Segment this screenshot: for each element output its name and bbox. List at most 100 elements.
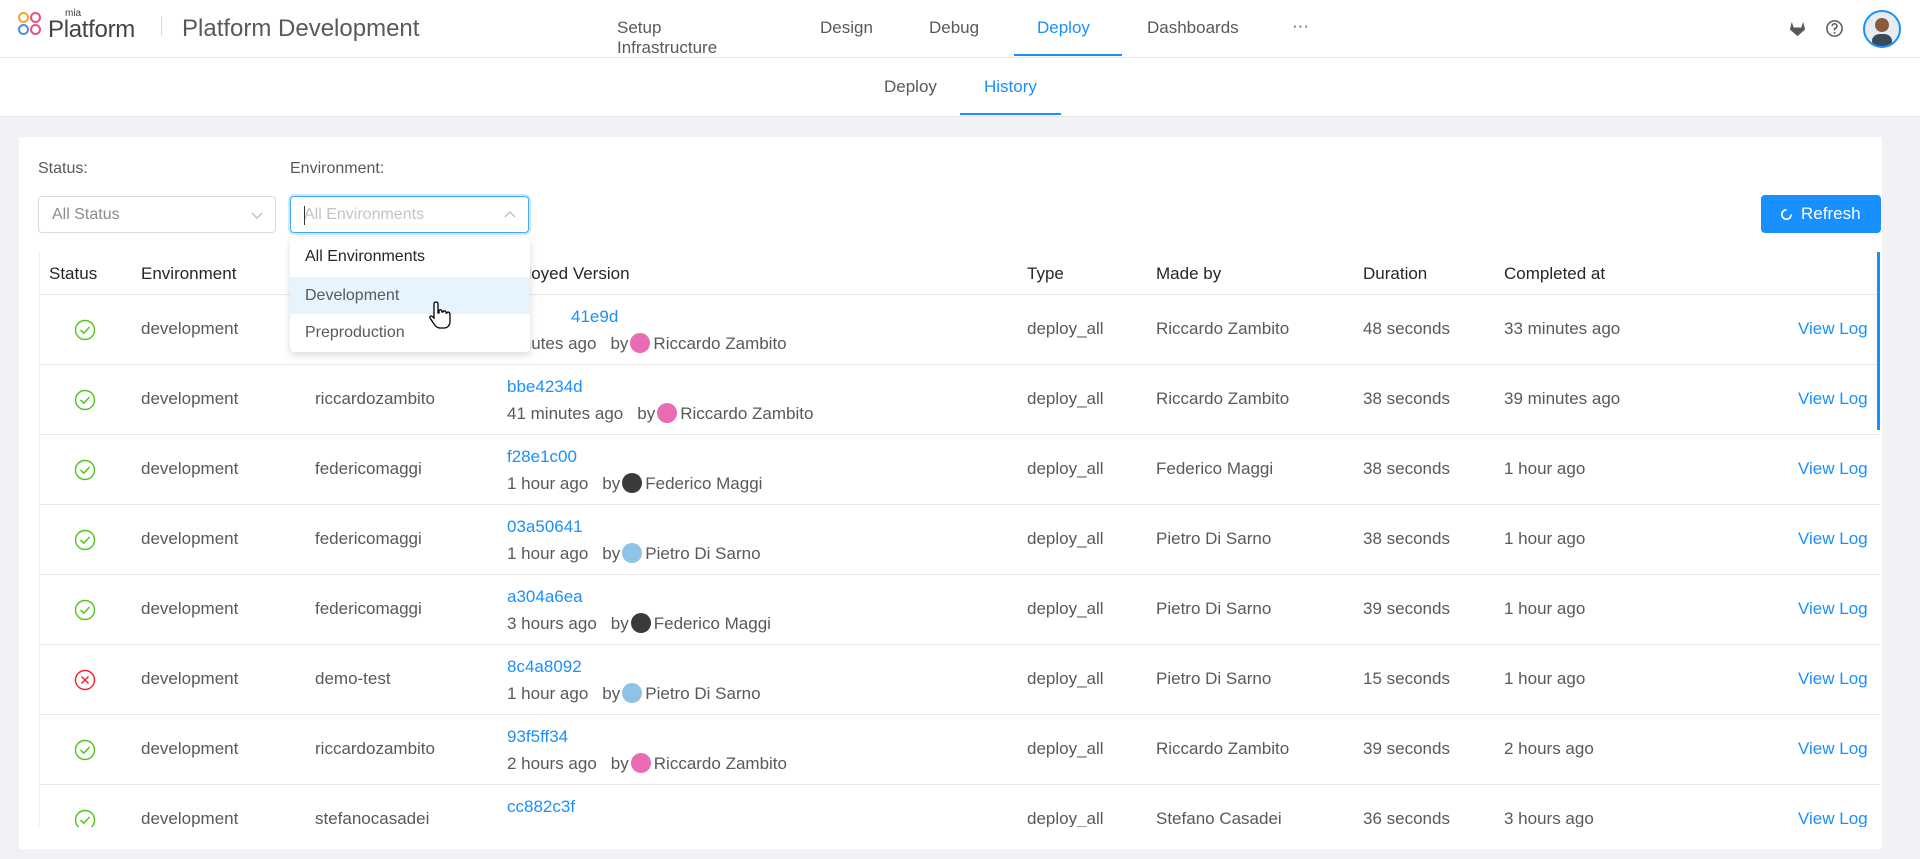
chevron-down-icon bbox=[251, 212, 263, 219]
col-environment: Environment bbox=[141, 264, 237, 283]
view-log-link[interactable]: View Log bbox=[1798, 319, 1868, 339]
author-avatar bbox=[630, 613, 651, 633]
deployed-version-link[interactable]: 41e9d bbox=[571, 307, 618, 327]
help-icon[interactable] bbox=[1825, 19, 1844, 38]
version-meta: inutes ago by Riccardo Zambito bbox=[518, 333, 787, 354]
view-log-link[interactable]: View Log bbox=[1798, 599, 1868, 619]
user-avatar[interactable] bbox=[1863, 10, 1901, 48]
dropdown-option-label: Preproduction bbox=[305, 324, 405, 341]
cell-completed-at: 1 hour ago bbox=[1504, 459, 1586, 478]
deployed-version-link[interactable]: f28e1c00 bbox=[507, 447, 577, 467]
cell-type: deploy_all bbox=[1027, 739, 1104, 758]
cell-duration: 38 seconds bbox=[1363, 529, 1450, 548]
status-select[interactable]: All Status bbox=[38, 196, 276, 233]
cell-branch: riccardozambito bbox=[315, 739, 435, 758]
col-made-by: Made by bbox=[1156, 264, 1222, 283]
cell-completed-at: 3 hours ago bbox=[1504, 809, 1594, 827]
version-author: Riccardo Zambito bbox=[653, 334, 787, 353]
dropdown-option-development[interactable]: Development bbox=[290, 277, 530, 314]
author-avatar bbox=[630, 333, 651, 353]
logo-icon bbox=[18, 12, 46, 38]
table-row: development riccardozambito 93f5ff34 2 hour… bbox=[40, 715, 1880, 785]
cell-made-by: Pietro Di Sarno bbox=[1156, 599, 1272, 618]
author-avatar bbox=[630, 753, 651, 773]
hand-cursor-icon bbox=[429, 301, 451, 329]
deployed-version-link[interactable]: a304a6ea bbox=[507, 587, 583, 607]
cell-branch: riccardozambito bbox=[315, 389, 435, 408]
top-header: mia Platform Platform Development Setup … bbox=[0, 0, 1920, 58]
version-time: 1 hour ago bbox=[507, 474, 589, 493]
cell-made-by: Riccardo Zambito bbox=[1156, 319, 1290, 338]
version-author: Pietro Di Sarno bbox=[645, 684, 761, 703]
success-icon bbox=[74, 529, 96, 551]
version-author: Federico Maggi bbox=[645, 474, 763, 493]
refresh-button[interactable]: Refresh bbox=[1761, 195, 1881, 233]
view-log-link[interactable]: View Log bbox=[1798, 809, 1868, 827]
version-time: 2 hours ago bbox=[507, 754, 597, 773]
success-icon bbox=[74, 599, 96, 621]
version-author: Riccardo Zambito bbox=[653, 754, 787, 773]
version-time: 41 minutes ago bbox=[507, 404, 624, 423]
version-by: by bbox=[637, 404, 656, 423]
version-by: by bbox=[610, 754, 629, 773]
nav-more[interactable]: ··· bbox=[1292, 16, 1309, 36]
view-log-link[interactable]: View Log bbox=[1798, 389, 1868, 409]
version-meta: 2 hours ago by Riccardo Zambito bbox=[507, 753, 787, 774]
deployed-version-link[interactable]: 93f5ff34 bbox=[507, 727, 568, 747]
gitlab-icon[interactable] bbox=[1788, 19, 1807, 38]
dropdown-option-preproduction[interactable]: Preproduction bbox=[290, 314, 530, 351]
cell-duration: 38 seconds bbox=[1363, 389, 1450, 408]
cell-completed-at: 1 hour ago bbox=[1504, 599, 1586, 618]
success-icon bbox=[74, 389, 96, 411]
version-author: Riccardo Zambito bbox=[680, 404, 814, 423]
cell-duration: 39 seconds bbox=[1363, 739, 1450, 758]
nav-dashboards[interactable]: Dashboards bbox=[1147, 18, 1239, 38]
cell-duration: 48 seconds bbox=[1363, 319, 1450, 338]
nav-debug[interactable]: Debug bbox=[929, 18, 979, 38]
chevron-up-icon bbox=[504, 211, 516, 218]
cell-environment: development bbox=[141, 459, 239, 478]
environment-select[interactable]: All Environments bbox=[290, 196, 529, 233]
view-log-link[interactable]: View Log bbox=[1798, 529, 1868, 549]
deployed-version-link[interactable]: 8c4a8092 bbox=[507, 657, 582, 677]
cell-duration: 39 seconds bbox=[1363, 599, 1450, 618]
cell-environment: development bbox=[141, 389, 239, 408]
cell-type: deploy_all bbox=[1027, 809, 1104, 827]
table-scrollbar[interactable] bbox=[1877, 252, 1880, 430]
cell-made-by: Riccardo Zambito bbox=[1156, 739, 1290, 758]
cell-type: deploy_all bbox=[1027, 599, 1104, 618]
view-log-link[interactable]: View Log bbox=[1798, 669, 1868, 689]
cell-completed-at: 1 hour ago bbox=[1504, 669, 1586, 688]
tab-history[interactable]: History bbox=[984, 77, 1037, 97]
dropdown-option-label: Development bbox=[305, 287, 400, 304]
success-icon bbox=[74, 459, 96, 481]
view-log-link[interactable]: View Log bbox=[1798, 739, 1868, 759]
deployed-version-link[interactable]: 03a50641 bbox=[507, 517, 583, 537]
nav-design[interactable]: Design bbox=[820, 18, 873, 38]
mia-platform-logo[interactable]: mia Platform bbox=[18, 8, 144, 44]
col-type: Type bbox=[1027, 264, 1064, 283]
version-by: by bbox=[602, 684, 621, 703]
deployed-version-link[interactable]: bbe4234d bbox=[507, 377, 583, 397]
cell-made-by: Federico Maggi bbox=[1156, 459, 1274, 478]
nav-deploy[interactable]: Deploy bbox=[1037, 18, 1090, 38]
cell-completed-at: 1 hour ago bbox=[1504, 529, 1586, 548]
version-time: 3 hours ago bbox=[507, 614, 597, 633]
environment-filter-label: Environment: bbox=[290, 160, 385, 177]
cell-duration: 15 seconds bbox=[1363, 669, 1450, 688]
success-icon bbox=[74, 809, 96, 827]
dropdown-option-all-environments[interactable]: All Environments bbox=[290, 238, 530, 275]
refresh-button-label: Refresh bbox=[1801, 204, 1861, 223]
environment-dropdown: All Environments Development Preproducti… bbox=[290, 238, 530, 352]
status-filter-label: Status: bbox=[38, 160, 88, 177]
version-meta: 1 hour ago by Pietro Di Sarno bbox=[507, 683, 761, 704]
cell-duration: 36 seconds bbox=[1363, 809, 1450, 827]
deployed-version-link[interactable]: cc882c3f bbox=[507, 797, 575, 817]
view-log-link[interactable]: View Log bbox=[1798, 459, 1868, 479]
cell-environment: development bbox=[141, 739, 239, 758]
tab-deploy[interactable]: Deploy bbox=[884, 77, 937, 97]
nav-active-indicator bbox=[1014, 54, 1122, 56]
col-duration: Duration bbox=[1363, 264, 1428, 283]
nav-setup-infrastructure[interactable]: Setup Infrastructure bbox=[617, 18, 717, 58]
cell-branch: federicomaggi bbox=[315, 529, 422, 548]
